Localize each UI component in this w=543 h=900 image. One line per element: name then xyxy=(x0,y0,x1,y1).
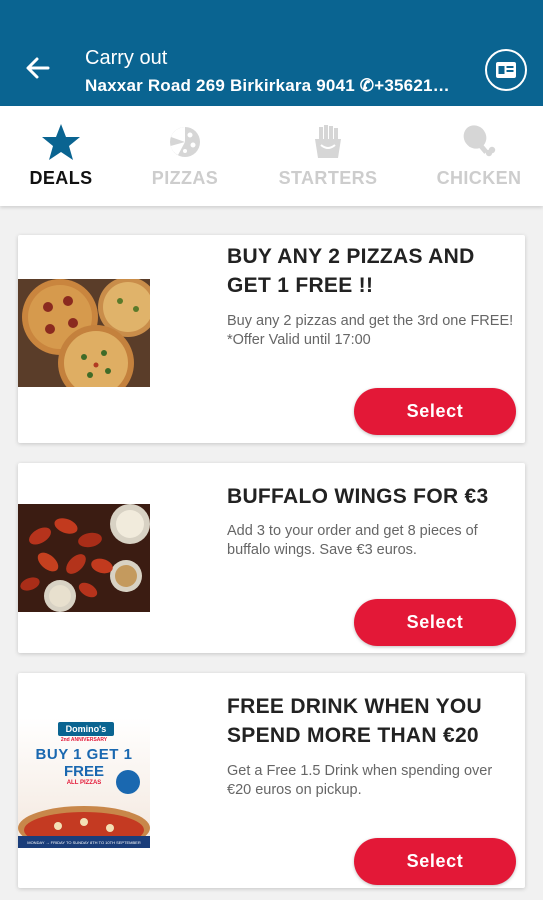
tab-deals[interactable]: DEALS xyxy=(22,106,100,206)
poster-badge xyxy=(116,770,140,794)
tab-label: CHICKEN xyxy=(436,168,522,188)
arrow-left-icon xyxy=(26,57,50,79)
select-button[interactable]: Select xyxy=(354,388,516,435)
deal-description: Add 3 to your order and get 8 pieces of … xyxy=(227,523,478,558)
deal-card: BUFFALO WINGS FOR €3 Add 3 to your order… xyxy=(18,463,525,653)
deal-image: Domino's 2nd ANNIVERSARY BUY 1 GET 1 FRE… xyxy=(18,718,150,848)
deal-title: FREE DRINK WHEN YOU SPEND MORE THAN €20 xyxy=(227,695,482,747)
poster-footer: MONDAY → FRIDAY TO SUNDAY 8TH TO 10TH SE… xyxy=(18,836,150,848)
store-info-button[interactable] xyxy=(485,49,527,91)
tab-label: DEALS xyxy=(29,168,93,188)
deal-image xyxy=(18,504,150,612)
fries-icon xyxy=(315,125,341,158)
poster-ribbon: 2nd ANNIVERSARY xyxy=(60,737,108,743)
poster-brand: Domino's xyxy=(58,722,114,736)
tab-chicken[interactable]: CHICKEN xyxy=(434,106,524,206)
category-tabs: DEALS PIZZAS STARTERS CHICKEN xyxy=(0,106,543,206)
deal-card: Domino's 2nd ANNIVERSARY BUY 1 GET 1 FRE… xyxy=(18,673,525,888)
select-button[interactable]: Select xyxy=(354,599,516,646)
drumstick-icon xyxy=(463,125,496,157)
tab-label: STARTERS xyxy=(278,168,378,188)
app-bar: Carry out Naxxar Road 269 Birkirkara 904… xyxy=(0,0,543,106)
deal-image xyxy=(18,279,150,387)
deal-title: BUY ANY 2 PIZZAS AND GET 1 FREE !! xyxy=(227,245,475,297)
star-icon xyxy=(42,124,80,160)
deal-title: BUFFALO WINGS FOR €3 xyxy=(227,485,489,508)
tab-label: PIZZAS xyxy=(151,168,219,188)
select-button[interactable]: Select xyxy=(354,838,516,885)
header-title: Carry out xyxy=(85,47,168,69)
deal-description: Get a Free 1.5 Drink when spending over … xyxy=(227,763,493,798)
tab-pizzas[interactable]: PIZZAS xyxy=(148,106,222,206)
id-card-icon xyxy=(496,62,516,78)
deal-card: BUY ANY 2 PIZZAS AND GET 1 FREE !! Buy a… xyxy=(18,235,525,443)
poster-headline: BUY 1 GET 1 xyxy=(35,746,133,763)
deal-description: Buy any 2 pizzas and get the 3rd one FRE… xyxy=(227,313,514,348)
back-button[interactable] xyxy=(22,52,54,84)
pizza-icon xyxy=(170,127,200,157)
tab-starters[interactable]: STARTERS xyxy=(276,106,380,206)
store-address: Naxxar Road 269 Birkirkara 9041 ✆+35621… xyxy=(85,76,450,95)
